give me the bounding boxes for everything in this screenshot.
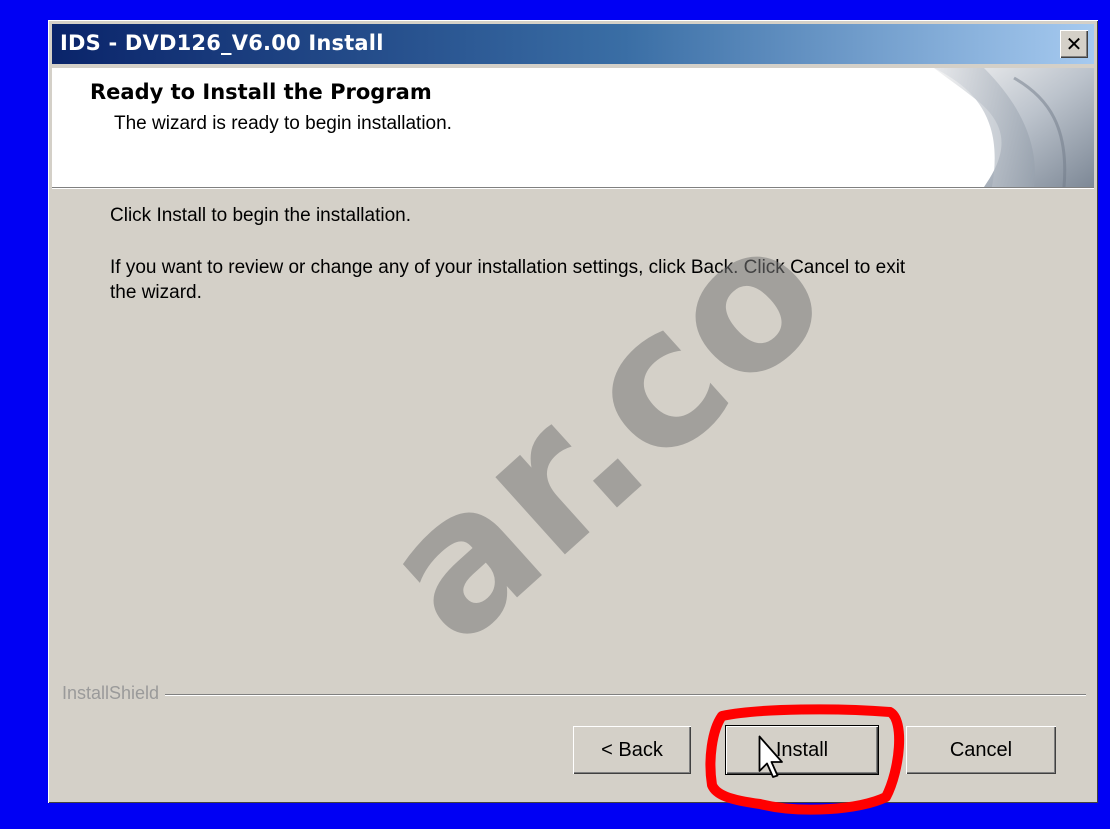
red-highlight-annotation	[705, 704, 905, 815]
arrow-cursor-icon	[758, 735, 783, 778]
